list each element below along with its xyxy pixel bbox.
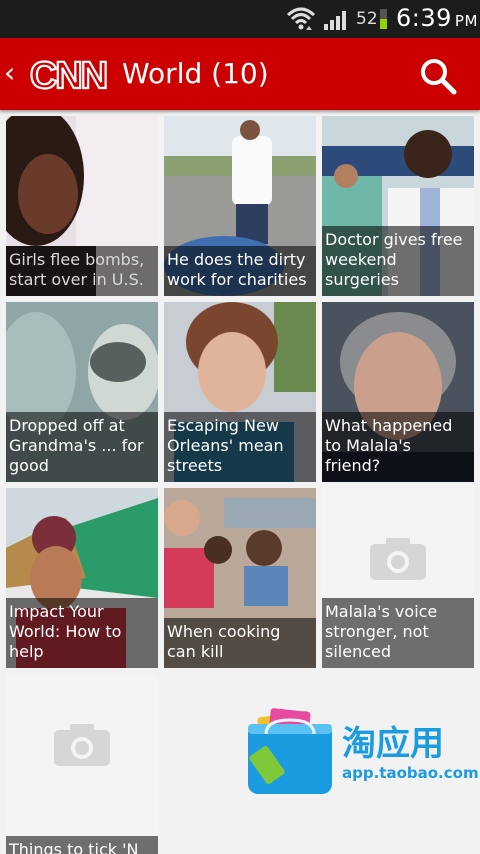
- clock-ampm: PM: [454, 12, 478, 30]
- clock: 6:39 PM: [396, 4, 478, 32]
- cnn-logo-text: CNN: [30, 55, 106, 97]
- story-tile[interactable]: Things to tick 'N: [6, 674, 158, 854]
- story-tile[interactable]: Impact Your World: How to help: [6, 488, 158, 668]
- story-caption: Escaping New Orleans' mean streets: [164, 412, 316, 482]
- story-caption: Things to tick 'N: [6, 836, 158, 854]
- story-tile[interactable]: Malala's voice stronger, not silenced: [322, 488, 474, 668]
- cnn-logo[interactable]: CNN: [18, 50, 118, 98]
- story-caption: Dropped off at Grandma's ... for good: [6, 412, 158, 482]
- taobao-cn-label: 淘应用: [342, 724, 444, 764]
- story-caption: He does the dirty work for charities: [164, 246, 316, 296]
- back-chevron-icon[interactable]: ‹: [4, 56, 15, 90]
- wifi-icon: [286, 7, 316, 30]
- story-grid: Girls flee bombs, start over in U.S. He …: [0, 110, 480, 854]
- story-caption: Impact Your World: How to help: [6, 598, 158, 668]
- camera-placeholder-icon: [54, 724, 110, 766]
- app-bar: ‹ CNN World (10): [0, 38, 480, 110]
- story-caption: Doctor gives free weekend surgeries: [322, 226, 474, 296]
- page-title: World (10): [122, 57, 269, 90]
- shopping-bag-icon: [248, 708, 332, 794]
- story-tile[interactable]: Escaping New Orleans' mean streets: [164, 302, 316, 482]
- taobao-app-badge[interactable]: 淘应用 app.taobao.com: [240, 700, 480, 800]
- story-tile[interactable]: He does the dirty work for charities: [164, 116, 316, 296]
- story-tile[interactable]: Girls flee bombs, start over in U.S.: [6, 116, 158, 296]
- story-tile[interactable]: What happened to Malala's friend?: [322, 302, 474, 482]
- story-caption: Malala's voice stronger, not silenced: [322, 598, 474, 668]
- story-caption: What happened to Malala's friend?: [322, 412, 474, 482]
- story-tile[interactable]: Doctor gives free weekend surgeries: [322, 116, 474, 296]
- story-tile[interactable]: When cooking can kill: [164, 488, 316, 668]
- story-caption: When cooking can kill: [164, 618, 316, 668]
- story-tile[interactable]: Dropped off at Grandma's ... for good: [6, 302, 158, 482]
- search-icon[interactable]: [418, 56, 458, 96]
- battery-percent: 52: [356, 9, 378, 29]
- signal-icon: [324, 11, 346, 30]
- status-bar: 52 6:39 PM: [0, 0, 480, 38]
- battery-icon: [380, 9, 387, 29]
- story-caption: Girls flee bombs, start over in U.S.: [6, 246, 158, 296]
- camera-placeholder-icon: [370, 538, 426, 580]
- clock-time: 6:39: [396, 4, 452, 32]
- taobao-url-label: app.taobao.com: [342, 764, 479, 782]
